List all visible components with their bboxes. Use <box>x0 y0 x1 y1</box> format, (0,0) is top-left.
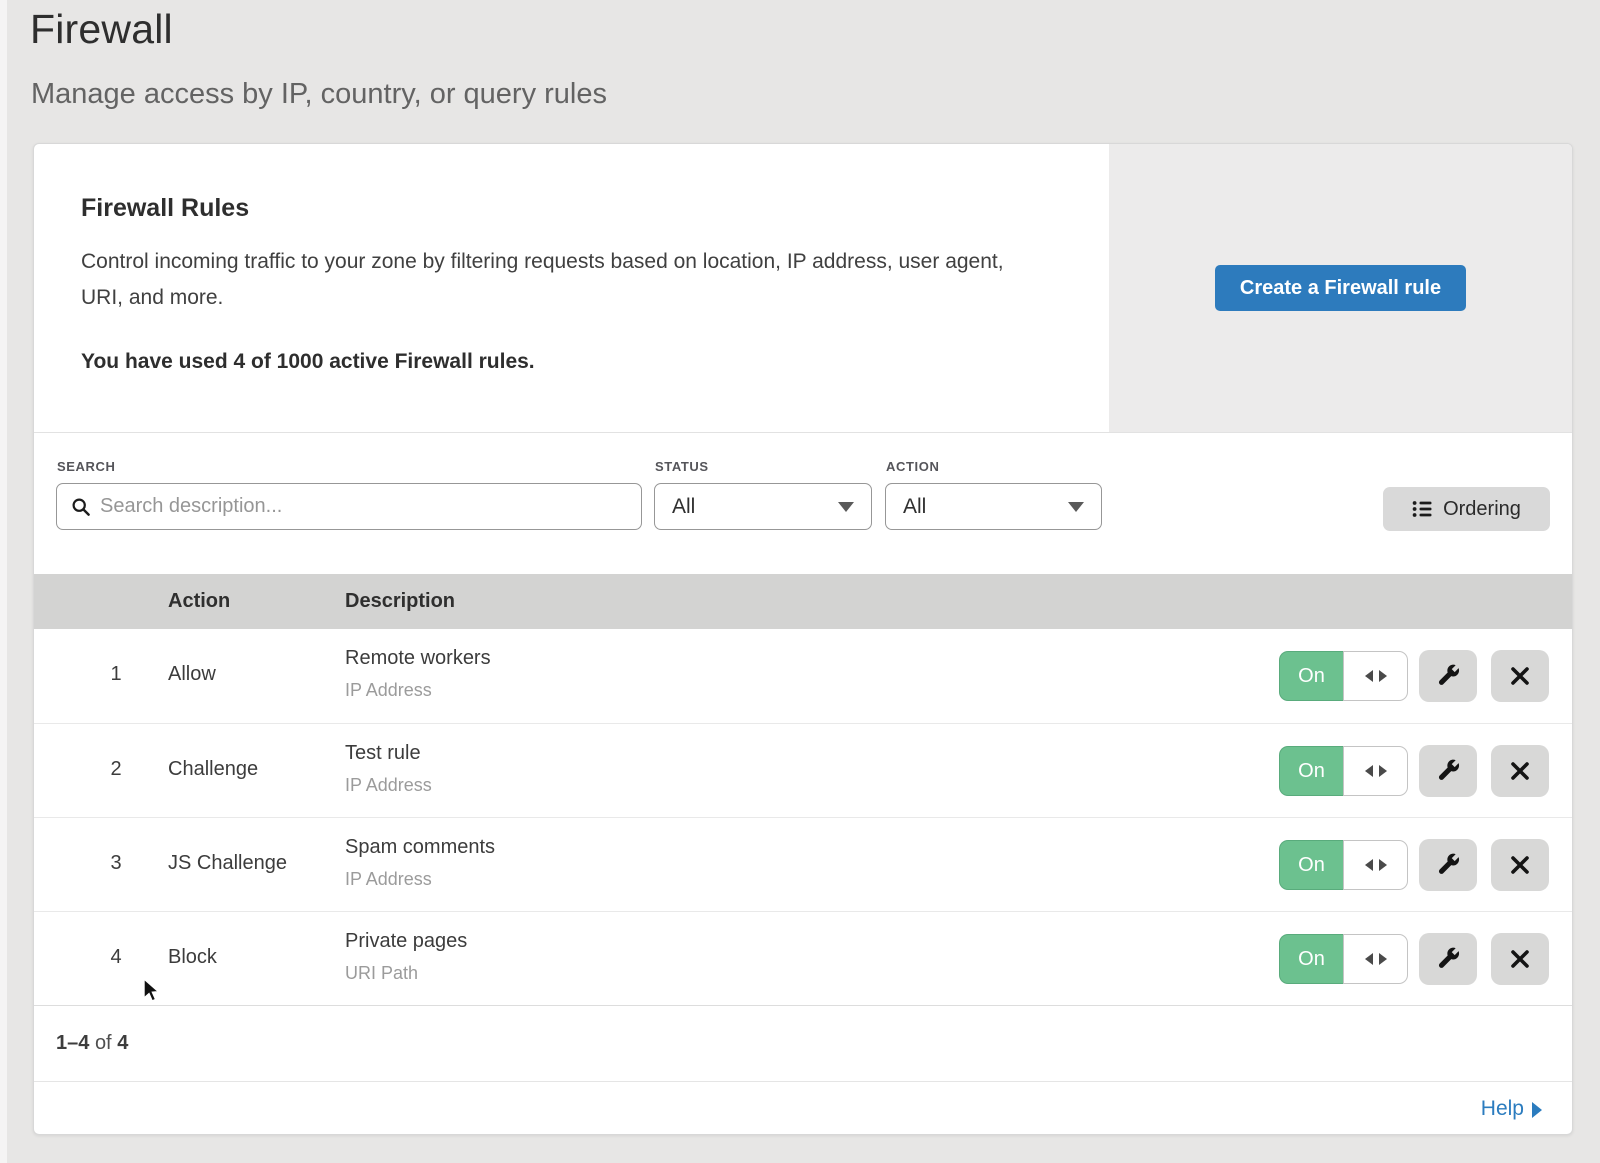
search-icon <box>71 497 91 517</box>
ordering-button-label: Ordering <box>1443 498 1521 521</box>
x-icon <box>1508 759 1532 783</box>
rule-description: Private pages <box>345 930 467 953</box>
table-row: 4 Block Private pages URI Path On <box>34 911 1572 1005</box>
rule-priority: 2 <box>96 758 136 781</box>
edit-rule-button[interactable] <box>1419 839 1477 891</box>
rule-action: Block <box>168 946 217 969</box>
usage-summary: You have used 4 of 1000 active Firewall … <box>81 350 535 374</box>
firewall-rules-card: Create a Firewall rule Firewall Rules Co… <box>33 143 1573 1135</box>
action-selected-value: All <box>903 495 926 519</box>
toggle-on-label: On <box>1279 934 1343 984</box>
rule-match-type: IP Address <box>345 680 432 701</box>
rule-enabled-toggle[interactable]: On <box>1279 746 1408 796</box>
rule-match-type: IP Address <box>345 775 432 796</box>
x-icon <box>1508 853 1532 877</box>
search-input-wrapper[interactable] <box>56 483 642 530</box>
table-header: Action Description <box>34 574 1572 629</box>
status-selected-value: All <box>672 495 695 519</box>
status-select[interactable]: All <box>654 483 872 530</box>
section-heading: Firewall Rules <box>81 194 249 223</box>
delete-rule-button[interactable] <box>1491 745 1549 797</box>
hero-section: Create a Firewall rule Firewall Rules Co… <box>34 144 1572 433</box>
left-right-arrows-icon <box>1343 651 1408 701</box>
action-select[interactable]: All <box>885 483 1102 530</box>
filters-bar: SEARCH STATUS All ACTION All Ordering <box>34 433 1572 574</box>
create-firewall-rule-button[interactable]: Create a Firewall rule <box>1215 265 1466 311</box>
rule-match-type: URI Path <box>345 963 418 984</box>
pagination-text: 1–4 of 4 <box>56 1032 128 1055</box>
help-link[interactable]: Help <box>1481 1097 1542 1121</box>
toggle-on-label: On <box>1279 746 1343 796</box>
toggle-on-label: On <box>1279 651 1343 701</box>
column-header-description: Description <box>345 590 455 613</box>
search-label: SEARCH <box>57 459 116 474</box>
column-header-action: Action <box>168 590 230 613</box>
rule-enabled-toggle[interactable]: On <box>1279 651 1408 701</box>
wrench-icon <box>1435 758 1461 784</box>
rule-match-type: IP Address <box>345 869 432 890</box>
chevron-right-icon <box>1532 1102 1542 1118</box>
pagination-range: 1–4 <box>56 1032 89 1054</box>
edit-rule-button[interactable] <box>1419 933 1477 985</box>
section-description: Control incoming traffic to your zone by… <box>81 244 1046 316</box>
left-right-arrows-icon <box>1343 934 1408 984</box>
toggle-on-label: On <box>1279 840 1343 890</box>
pagination-of: of <box>95 1032 112 1054</box>
status-label: STATUS <box>655 459 709 474</box>
rule-action: Challenge <box>168 758 258 781</box>
pagination-bar: 1–4 of 4 <box>34 1005 1572 1081</box>
rule-enabled-toggle[interactable]: On <box>1279 840 1408 890</box>
wrench-icon <box>1435 852 1461 878</box>
delete-rule-button[interactable] <box>1491 839 1549 891</box>
rule-priority: 4 <box>96 946 136 969</box>
edit-rule-button[interactable] <box>1419 650 1477 702</box>
page-title: Firewall <box>30 6 173 53</box>
table-row: 2 Challenge Test rule IP Address On <box>34 723 1572 817</box>
edit-rule-button[interactable] <box>1419 745 1477 797</box>
help-bar: Help <box>34 1081 1572 1135</box>
x-icon <box>1508 664 1532 688</box>
rule-description: Spam comments <box>345 836 495 859</box>
table-row: 3 JS Challenge Spam comments IP Address … <box>34 817 1572 911</box>
rule-priority: 1 <box>96 663 136 686</box>
delete-rule-button[interactable] <box>1491 650 1549 702</box>
wrench-icon <box>1435 663 1461 689</box>
pagination-total: 4 <box>117 1032 128 1054</box>
rule-enabled-toggle[interactable]: On <box>1279 934 1408 984</box>
x-icon <box>1508 947 1532 971</box>
rule-priority: 3 <box>96 852 136 875</box>
left-right-arrows-icon <box>1343 746 1408 796</box>
rules-list: 1 Allow Remote workers IP Address On <box>34 629 1572 1005</box>
delete-rule-button[interactable] <box>1491 933 1549 985</box>
chevron-down-icon <box>1068 502 1084 512</box>
create-rule-panel: Create a Firewall rule <box>1109 144 1572 432</box>
rule-description: Test rule <box>345 742 421 765</box>
window-edge <box>0 0 7 1163</box>
left-right-arrows-icon <box>1343 840 1408 890</box>
list-icon <box>1412 500 1432 518</box>
rule-action: JS Challenge <box>168 852 287 875</box>
table-row: 1 Allow Remote workers IP Address On <box>34 629 1572 723</box>
rule-description: Remote workers <box>345 647 491 670</box>
ordering-button[interactable]: Ordering <box>1383 487 1550 531</box>
wrench-icon <box>1435 946 1461 972</box>
mouse-cursor <box>142 978 162 1009</box>
action-label: ACTION <box>886 459 939 474</box>
rule-action: Allow <box>168 663 216 686</box>
chevron-down-icon <box>838 502 854 512</box>
search-input[interactable] <box>100 495 627 518</box>
page-subtitle: Manage access by IP, country, or query r… <box>31 78 607 111</box>
help-link-label: Help <box>1481 1097 1524 1121</box>
